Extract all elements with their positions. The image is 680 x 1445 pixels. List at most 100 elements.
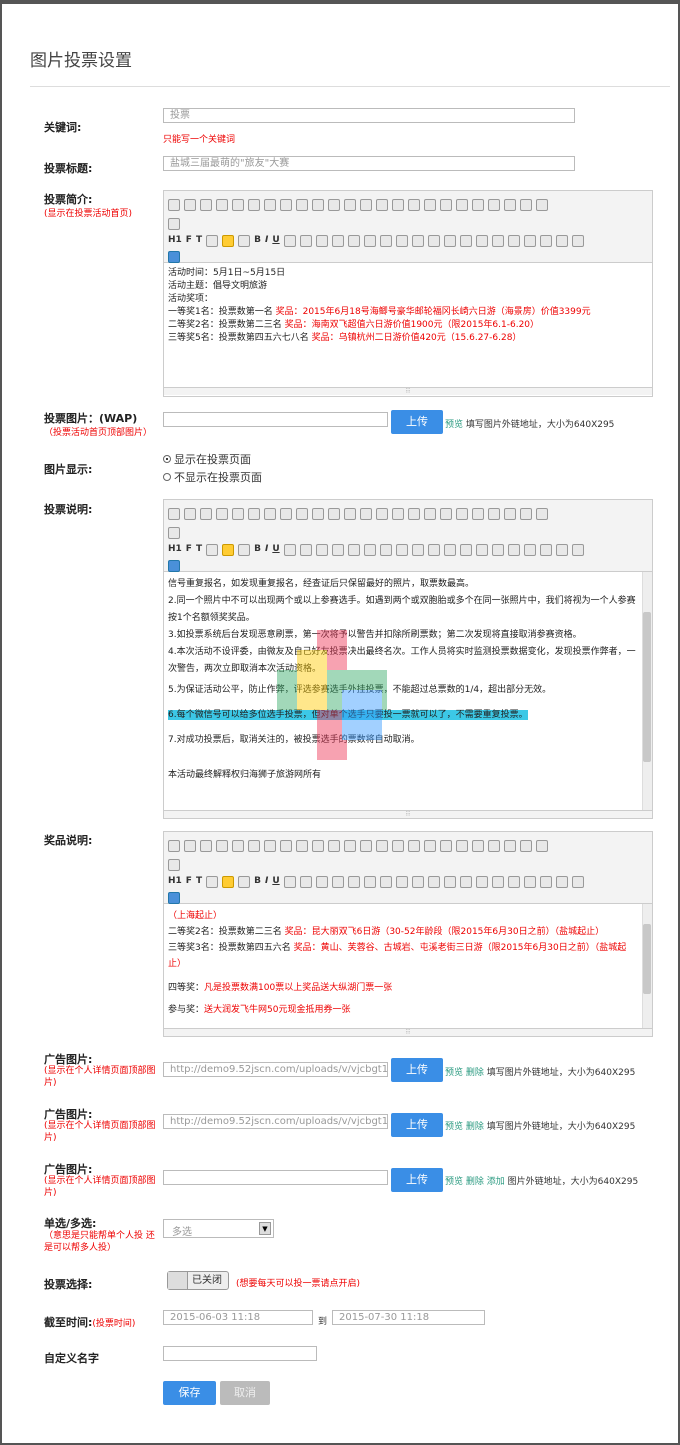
unordered-list-icon[interactable]	[424, 840, 436, 852]
resize-handle[interactable]: ⁝⁝	[164, 387, 652, 395]
toolbar-icon[interactable]	[363, 544, 376, 556]
scrollbar[interactable]	[642, 572, 652, 810]
cursor-icon[interactable]	[536, 840, 548, 852]
align-left-icon[interactable]	[344, 508, 356, 520]
redo-icon[interactable]	[200, 508, 212, 520]
help-icon[interactable]	[168, 251, 180, 263]
toolbar-icon[interactable]	[168, 527, 180, 539]
toolbar-icon[interactable]	[571, 235, 584, 247]
toolbar-icon[interactable]	[523, 876, 536, 888]
toolbar-icon[interactable]	[491, 544, 504, 556]
align-left-icon[interactable]	[344, 840, 356, 852]
toolbar-icon[interactable]	[443, 235, 456, 247]
toolbar-icon[interactable]	[475, 544, 488, 556]
upload-button[interactable]: 上传	[391, 1113, 443, 1137]
heading-icon[interactable]: H1	[168, 544, 182, 556]
upload-button[interactable]: 上传	[391, 1058, 443, 1082]
vote-desc-editor[interactable]: H1 F T B I U 信号重复报名，如发现重复报名，经查证后只保留最好的照片，取票数最…	[163, 499, 653, 819]
select-all-icon[interactable]	[520, 199, 532, 211]
prize-desc-editor[interactable]: H1 F T B I U （上海起止） 二等奖2名：投票数第二三名 奖品：昆大丽双飞6日游…	[163, 831, 653, 1037]
toolbar-icon[interactable]	[206, 235, 219, 247]
toolbar-icon[interactable]	[238, 544, 251, 556]
toolbar-icon[interactable]	[363, 235, 376, 247]
toolbar-icon[interactable]	[395, 876, 408, 888]
paste-text-icon[interactable]	[312, 840, 324, 852]
indent-icon[interactable]	[440, 199, 452, 211]
toolbar-icon[interactable]	[427, 544, 440, 556]
align-center-icon[interactable]	[360, 508, 372, 520]
toolbar-icon[interactable]	[507, 235, 520, 247]
heading-icon[interactable]: H1	[168, 876, 182, 888]
toolbar-icon[interactable]	[523, 235, 536, 247]
radio-checked-icon[interactable]	[163, 455, 171, 463]
highlight-color-icon[interactable]	[222, 235, 235, 247]
toolbar-icon[interactable]	[459, 876, 472, 888]
superscript-icon[interactable]	[488, 840, 500, 852]
heading-icon[interactable]: H1	[168, 235, 182, 247]
toolbar-icon[interactable]	[347, 235, 360, 247]
add-link[interactable]: 添加	[487, 1177, 505, 1187]
print-icon[interactable]	[232, 199, 244, 211]
toolbar-icon[interactable]	[238, 876, 251, 888]
select-mode-dropdown[interactable]: 多选 ▼	[163, 1219, 274, 1238]
toolbar-icon[interactable]	[283, 235, 296, 247]
toolbar-icon[interactable]	[411, 235, 424, 247]
bold-icon[interactable]: B	[254, 876, 261, 888]
toolbar-icon[interactable]	[331, 544, 344, 556]
toolbar-icon[interactable]	[299, 876, 312, 888]
toolbar-icon[interactable]	[427, 876, 440, 888]
ad-image-input[interactable]: http://demo9.52jscn.com/uploads/v/vjcbgt…	[163, 1062, 388, 1077]
preview-link[interactable]: 预览	[445, 1068, 463, 1078]
justify-icon[interactable]	[392, 199, 404, 211]
cancel-button[interactable]: 取消	[220, 1381, 270, 1405]
toolbar-icon[interactable]	[206, 544, 219, 556]
underline-icon[interactable]: U	[272, 544, 279, 556]
preview-icon[interactable]	[216, 840, 228, 852]
font-family-icon[interactable]: F	[186, 544, 192, 556]
redo-icon[interactable]	[200, 840, 212, 852]
scrollbar[interactable]	[642, 904, 652, 1028]
vote-choice-toggle[interactable]: 已关闭	[167, 1271, 229, 1290]
radio-unchecked-icon[interactable]	[163, 473, 171, 481]
source-icon[interactable]	[168, 840, 180, 852]
undo-icon[interactable]	[184, 840, 196, 852]
toolbar-icon[interactable]	[379, 544, 392, 556]
toolbar-icon[interactable]	[411, 876, 424, 888]
superscript-icon[interactable]	[488, 508, 500, 520]
toolbar-icon[interactable]	[555, 235, 568, 247]
outdent-icon[interactable]	[456, 840, 468, 852]
toolbar-icon[interactable]	[168, 218, 180, 230]
vote-image-input[interactable]	[163, 412, 388, 427]
highlight-color-icon[interactable]	[222, 876, 235, 888]
preview-link[interactable]: 预览	[445, 1177, 463, 1187]
source-icon[interactable]	[168, 199, 180, 211]
cut-icon[interactable]	[264, 508, 276, 520]
toolbar-icon[interactable]	[283, 544, 296, 556]
superscript-icon[interactable]	[488, 199, 500, 211]
font-size-icon[interactable]: T	[196, 544, 202, 556]
subscript-icon[interactable]	[472, 199, 484, 211]
copy-icon[interactable]	[280, 199, 292, 211]
paste-word-icon[interactable]	[328, 840, 340, 852]
end-time-input[interactable]: 2015-07-30 11:18	[332, 1310, 485, 1325]
preview-link[interactable]: 预览	[445, 1122, 463, 1132]
clear-format-icon[interactable]	[504, 840, 516, 852]
chevron-down-icon[interactable]: ▼	[259, 1222, 271, 1235]
preview-icon[interactable]	[216, 199, 228, 211]
template-icon[interactable]	[248, 840, 260, 852]
underline-icon[interactable]: U	[272, 235, 279, 247]
toolbar-icon[interactable]	[283, 876, 296, 888]
cursor-icon[interactable]	[536, 508, 548, 520]
toolbar-icon[interactable]	[539, 876, 552, 888]
outdent-icon[interactable]	[456, 199, 468, 211]
align-center-icon[interactable]	[360, 840, 372, 852]
editor-content[interactable]: 活动时间：5月1日~5月15日 活动主题：倡导文明旅游 活动奖项： 一等奖1名：…	[164, 263, 652, 387]
vote-intro-editor[interactable]: H1 F T B I U 活动时间：5月1日~5月15日 活动主题：倡导文明旅游 活动奖项…	[163, 190, 653, 397]
toolbar-icon[interactable]	[168, 859, 180, 871]
source-icon[interactable]	[168, 508, 180, 520]
toolbar-icon[interactable]	[491, 235, 504, 247]
preview-link[interactable]: 预览	[445, 420, 463, 430]
clear-format-icon[interactable]	[504, 508, 516, 520]
redo-icon[interactable]	[200, 199, 212, 211]
toolbar-icon[interactable]	[238, 235, 251, 247]
